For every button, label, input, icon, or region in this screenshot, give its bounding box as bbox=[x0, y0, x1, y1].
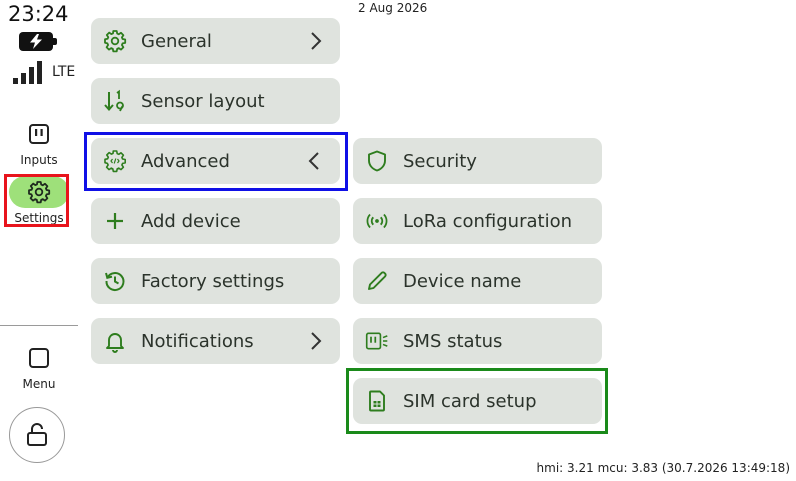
nav-settings[interactable]: Settings bbox=[0, 176, 78, 225]
history-icon bbox=[103, 269, 127, 293]
sim-card-icon bbox=[365, 389, 389, 413]
notifications-button[interactable]: Notifications bbox=[91, 318, 340, 364]
pencil-icon bbox=[365, 269, 389, 293]
gear-code-icon bbox=[103, 149, 127, 173]
sms-status-icon bbox=[365, 329, 389, 353]
shield-icon bbox=[365, 149, 389, 173]
chevron-right-icon bbox=[311, 332, 322, 350]
device-name-label: Device name bbox=[403, 270, 522, 292]
battery-charging-icon bbox=[19, 32, 57, 51]
sim-card-setup-label: SIM card setup bbox=[403, 390, 537, 412]
menu-square-icon bbox=[29, 348, 49, 368]
lora-configuration-button[interactable]: LoRa configuration bbox=[353, 198, 602, 244]
sidebar: 23:24 LTE Inputs Settings Menu bbox=[0, 0, 78, 481]
version-info: hmi: 3.21 mcu: 3.83 (30.7.2026 13:49:18) bbox=[536, 461, 790, 475]
broadcast-icon bbox=[365, 209, 389, 233]
inputs-icon bbox=[29, 124, 49, 144]
security-label: Security bbox=[403, 150, 477, 172]
chevron-left-icon bbox=[308, 152, 319, 170]
nav-inputs[interactable]: Inputs bbox=[0, 118, 78, 167]
unlock-icon bbox=[27, 423, 47, 446]
chevron-right-icon bbox=[311, 32, 322, 50]
plus-icon bbox=[103, 209, 127, 233]
gear-icon bbox=[103, 29, 127, 53]
lora-configuration-label: LoRa configuration bbox=[403, 210, 572, 232]
advanced-button[interactable]: Advanced bbox=[91, 138, 340, 184]
add-device-button[interactable]: Add device bbox=[91, 198, 340, 244]
nav-menu-label: Menu bbox=[22, 377, 56, 391]
sim-card-setup-button[interactable]: SIM card setup bbox=[353, 378, 602, 424]
gear-icon bbox=[28, 181, 51, 204]
nav-menu[interactable]: Menu bbox=[0, 342, 78, 391]
signal-strength-icon bbox=[13, 61, 42, 84]
advanced-label: Advanced bbox=[141, 150, 230, 172]
date-display: 2 Aug 2026 bbox=[358, 1, 428, 15]
sensor-layout-button[interactable]: Sensor layout bbox=[91, 78, 340, 124]
unlock-button[interactable] bbox=[9, 407, 65, 463]
notifications-label: Notifications bbox=[141, 330, 254, 352]
sort-numeric-icon bbox=[103, 89, 127, 113]
clock: 23:24 bbox=[8, 2, 69, 26]
general-button[interactable]: General bbox=[91, 18, 340, 64]
add-device-label: Add device bbox=[141, 210, 241, 232]
nav-settings-label: Settings bbox=[14, 211, 64, 225]
sidebar-divider bbox=[0, 325, 78, 326]
nav-inputs-label: Inputs bbox=[20, 153, 58, 167]
sensor-layout-label: Sensor layout bbox=[141, 90, 265, 112]
bell-icon bbox=[103, 329, 127, 353]
security-button[interactable]: Security bbox=[353, 138, 602, 184]
device-name-button[interactable]: Device name bbox=[353, 258, 602, 304]
factory-settings-label: Factory settings bbox=[141, 270, 285, 292]
sms-status-button[interactable]: SMS status bbox=[353, 318, 602, 364]
sms-status-label: SMS status bbox=[403, 330, 503, 352]
network-type: LTE bbox=[52, 64, 76, 80]
general-label: General bbox=[141, 30, 212, 52]
factory-settings-button[interactable]: Factory settings bbox=[91, 258, 340, 304]
